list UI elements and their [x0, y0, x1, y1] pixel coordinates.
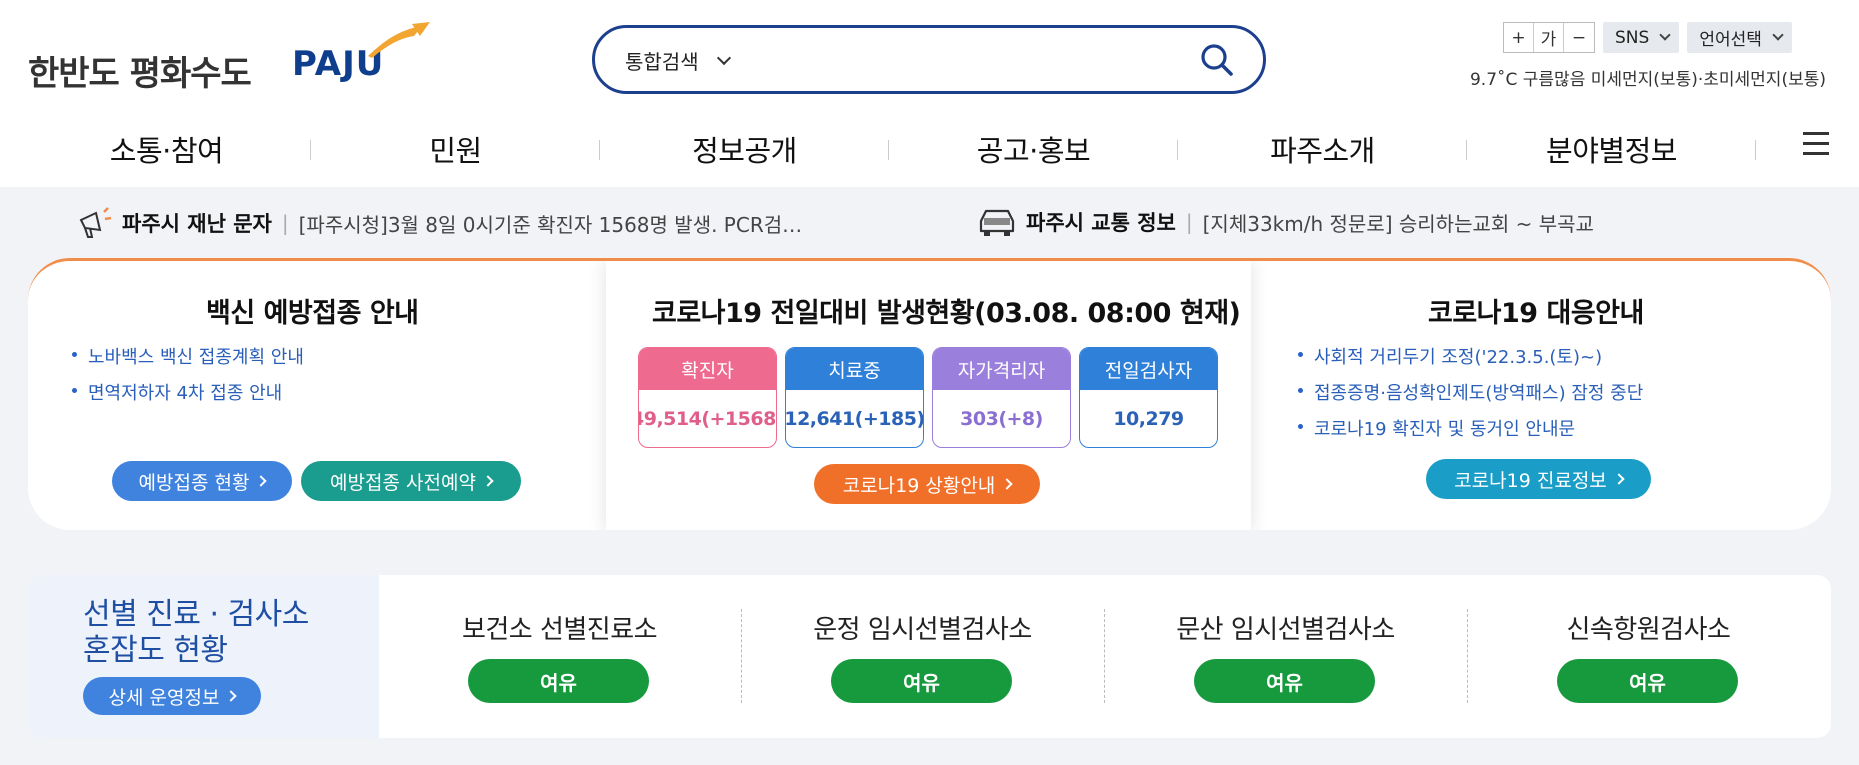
covid-situation-button[interactable]: 코로나19 상황안내	[814, 464, 1040, 504]
search-category-label: 통합검색	[625, 50, 699, 74]
clinic-congestion-strip: 선별 진료 · 검사소 혼잡도 현황 상세 운영정보 보건소 선별진료소 여유 …	[28, 575, 1831, 738]
stat-isolated: 자가격리자 303(+8)	[932, 347, 1071, 448]
utility-bar: + 가 − SNS 언어선택	[1503, 22, 1792, 53]
chevron-right-icon	[255, 475, 268, 487]
megaphone-icon	[79, 207, 112, 238]
traffic-notice-title: 파주시 교통 정보	[1026, 211, 1176, 235]
clinic-status-badge: 여유	[1557, 659, 1738, 703]
search-category-select[interactable]: 통합검색	[625, 46, 731, 75]
disaster-notice[interactable]: 파주시 재난 문자 | [파주시청]3월 8일 0시기준 확진자 1568명 발…	[76, 206, 802, 240]
clinic-title-line2: 혼잡도 현황	[83, 633, 228, 668]
traffic-notice-text: [지체33km/h 정문로] 승리하는교회 ~ 부곡교	[1202, 211, 1594, 236]
chevron-right-icon	[482, 475, 494, 487]
stat-value: 49,514(+1568)	[638, 407, 777, 430]
covid-status-title: 코로나19 전일대비 발생현황(03.08. 08:00 현재)	[652, 298, 1241, 329]
clinic-congestion-title: 선별 진료 · 검사소 혼잡도 현황	[83, 597, 309, 669]
clinic-status-badge: 여유	[468, 659, 649, 703]
clinic-site[interactable]: 신속항원검사소 여유	[1467, 575, 1830, 738]
chevron-right-icon	[225, 690, 238, 702]
logo-text: 한반도 평화수도	[28, 54, 252, 94]
notice-bar: 파주시 재난 문자 | [파주시청]3월 8일 0시기준 확진자 1568명 발…	[0, 206, 1859, 242]
clinic-status-badge: 여유	[1194, 659, 1375, 703]
sns-dropdown[interactable]: SNS	[1603, 22, 1680, 53]
stat-label: 확진자	[639, 348, 776, 390]
search-icon[interactable]	[1197, 40, 1237, 80]
nav-item-disclosure[interactable]: 정보공개	[600, 128, 889, 170]
nav-item-communication[interactable]: 소통·참여	[22, 128, 311, 170]
vaccine-title: 백신 예방접종 안내	[206, 298, 419, 329]
clinic-site-name: 문산 임시선별검사소	[1176, 615, 1395, 645]
covid-clinic-info-label: 코로나19 진료정보	[1454, 469, 1607, 492]
vaccine-link-list: 노바백스 백신 접종계획 안내 면역저하자 4차 접종 안내	[70, 343, 304, 415]
chevron-right-icon	[1613, 473, 1625, 485]
nav-item-civil[interactable]: 민원	[311, 128, 600, 170]
disaster-notice-text: [파주시청]3월 8일 0시기준 확진자 1568명 발생. PCR검…	[298, 212, 803, 237]
font-size-control: + 가 −	[1503, 22, 1595, 53]
covid-response-title: 코로나19 대응안내	[1428, 298, 1644, 329]
sns-label: SNS	[1615, 27, 1650, 48]
header: 한반도 평화수도 PAJU 통합검색 + 가 − SNS 언어선택 9.7˚C …	[0, 0, 1859, 187]
clinic-title-line1: 선별 진료 · 검사소	[83, 597, 309, 632]
covid-clinic-info-button[interactable]: 코로나19 진료정보	[1426, 459, 1651, 499]
vaccine-link[interactable]: 노바백스 백신 접종계획 안내	[70, 343, 304, 369]
traffic-notice[interactable]: 파주시 교통 정보 | [지체33km/h 정문로] 승리하는교회 ~ 부곡교	[976, 206, 1594, 238]
nav-item-notice[interactable]: 공고·홍보	[889, 128, 1178, 170]
covid-response-link[interactable]: 접종증명·음성확인제도(방역패스) 잠정 중단	[1296, 379, 1643, 405]
clinic-status-badge: 여유	[831, 659, 1012, 703]
language-label: 언어선택	[1699, 30, 1762, 50]
covid-stat-grid: 확진자 49,514(+1568) 치료중 12,641(+185) 자가격리자…	[638, 347, 1218, 448]
logo-swoosh-icon	[368, 22, 430, 58]
stat-confirmed: 확진자 49,514(+1568)	[638, 347, 777, 448]
vaccine-link[interactable]: 면역저하자 4차 접종 안내	[70, 379, 304, 405]
chevron-down-icon	[1659, 29, 1671, 41]
weather-info: 9.7˚C 구름많음 미세먼지(보통)·초미세먼지(보통)	[1469, 70, 1826, 90]
vaccine-status-button[interactable]: 예방접종 현황	[112, 461, 292, 501]
covid-status-panel: 코로나19 전일대비 발생현황(03.08. 08:00 현재) 확진자 49,…	[606, 261, 1251, 530]
main-nav: 소통·참여 민원 정보공개 공고·홍보 파주소개 분야별정보	[0, 110, 1859, 187]
search-box: 통합검색	[592, 25, 1266, 94]
search-input[interactable]	[765, 40, 1165, 80]
chevron-right-icon	[1001, 478, 1013, 490]
nav-item-about[interactable]: 파주소개	[1178, 128, 1467, 170]
covid-info-card: 백신 예방접종 안내 노바백스 백신 접종계획 안내 면역저하자 4차 접종 안…	[28, 258, 1831, 530]
covid-response-link[interactable]: 코로나19 확진자 및 동거인 안내문	[1296, 415, 1643, 441]
clinic-detail-button[interactable]: 상세 운영정보	[83, 677, 261, 715]
nav-item-fields[interactable]: 분야별정보	[1467, 128, 1756, 170]
font-decrease-button[interactable]: −	[1564, 23, 1594, 52]
hamburger-menu-icon[interactable]	[1803, 132, 1831, 156]
car-icon	[979, 209, 1015, 236]
stat-label: 전일검사자	[1080, 348, 1217, 390]
chevron-down-icon	[716, 50, 731, 65]
stat-label: 치료중	[786, 348, 923, 390]
clinic-site-name: 신속항원검사소	[1566, 615, 1731, 645]
stat-tested: 전일검사자 10,279	[1079, 347, 1218, 448]
stat-value: 12,641(+185)	[785, 407, 924, 430]
clinic-site[interactable]: 보건소 선별진료소 여유	[378, 575, 741, 738]
clinic-site-name: 보건소 선별진료소	[461, 615, 658, 645]
clinic-detail-label: 상세 운영정보	[108, 686, 220, 709]
clinic-site-name: 운정 임시선별검사소	[813, 615, 1032, 645]
covid-situation-label: 코로나19 상황안내	[842, 474, 996, 497]
disaster-notice-title: 파주시 재난 문자	[122, 212, 272, 236]
vaccine-status-label: 예방접종 현황	[138, 471, 250, 494]
stat-treating: 치료중 12,641(+185)	[785, 347, 924, 448]
clinic-congestion-header: 선별 진료 · 검사소 혼잡도 현황 상세 운영정보	[28, 575, 379, 738]
chevron-down-icon	[1772, 29, 1784, 41]
stat-value: 303(+8)	[960, 407, 1043, 430]
vaccine-reserve-button[interactable]: 예방접종 사전예약	[301, 461, 521, 501]
stat-label: 자가격리자	[933, 348, 1070, 390]
covid-response-link[interactable]: 사회적 거리두기 조정('22.3.5.(토)~)	[1296, 343, 1643, 369]
clinic-site[interactable]: 문산 임시선별검사소 여유	[1104, 575, 1467, 738]
language-dropdown[interactable]: 언어선택	[1687, 22, 1792, 53]
clinic-site[interactable]: 운정 임시선별검사소 여유	[741, 575, 1104, 738]
stat-value: 10,279	[1113, 407, 1184, 430]
font-size-label: 가	[1534, 23, 1564, 52]
covid-response-link-list: 사회적 거리두기 조정('22.3.5.(토)~) 접종증명·음성확인제도(방역…	[1296, 343, 1643, 451]
font-increase-button[interactable]: +	[1504, 23, 1534, 52]
vaccine-reserve-label: 예방접종 사전예약	[330, 471, 476, 494]
